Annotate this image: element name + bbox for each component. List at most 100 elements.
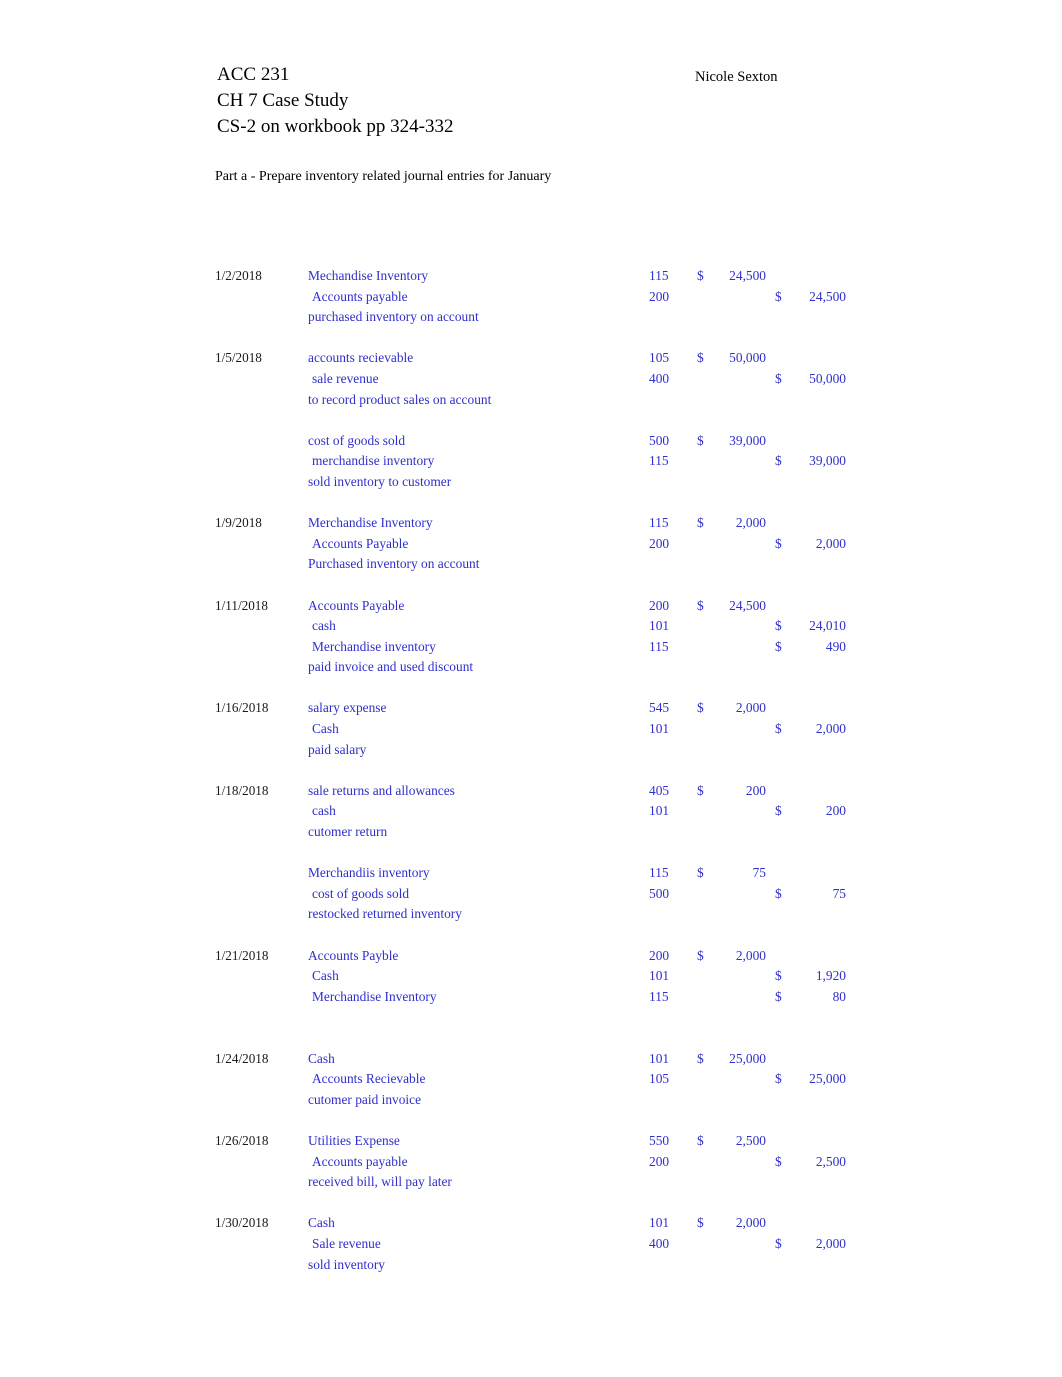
journal-row-spacer (0, 925, 1062, 946)
journal-credit-amount: 490 (825, 638, 846, 654)
journal-account-name: accounts recievable (308, 350, 414, 366)
journal-row-spacer (0, 1028, 1062, 1049)
journal-account-name: Mechandise Inventory (308, 268, 429, 283)
table-row: Sale revenue 400 $2,000 (0, 1234, 1062, 1255)
journal-account-name: Accounts Recievable (312, 1071, 426, 1087)
journal-account-code: 200 (649, 947, 670, 963)
journal-account-name: Cash (312, 721, 339, 737)
journal-description: paid invoice and used discount (308, 659, 474, 675)
journal-account-code: 101 (649, 721, 670, 737)
table-row: paid salary (0, 740, 1062, 761)
journal-date: 1/26/2018 (215, 1132, 269, 1148)
journal-account-code: 550 (649, 1132, 670, 1148)
journal-account-name: Accounts Payble (308, 947, 399, 963)
journal-account-code: 101 (649, 1050, 670, 1066)
table-row: 1/21/2018 Accounts Payble 200 $2,000 (0, 946, 1062, 967)
journal-credit-amount: 80 (832, 988, 846, 1004)
journal-credit-amount: 2,500 (815, 1153, 846, 1169)
journal-credit-amount: 2,000 (815, 535, 846, 551)
part-a-instruction: Part a - Prepare inventory related journ… (215, 169, 552, 184)
table-row: sold inventory (0, 1255, 1062, 1276)
journal-row-spacer (0, 493, 1062, 514)
journal-debit-amount: 2,000 (735, 700, 766, 716)
journal-account-code: 115 (649, 638, 669, 654)
journal-description: cutomer paid invoice (308, 1091, 422, 1107)
journal-account-name: Cash (308, 1050, 335, 1066)
journal-account-name: Cash (312, 968, 339, 984)
journal-account-name: Merchandiis inventory (308, 865, 430, 881)
table-row: Accounts Recievable 105 $25,000 (0, 1069, 1062, 1090)
document-header: ACC 231 CH 7 Case Study CS-2 on workbook… (217, 62, 453, 140)
journal-debit-amount: 25,000 (729, 1050, 766, 1066)
document-page: ACC 231 CH 7 Case Study CS-2 on workbook… (0, 0, 1062, 1377)
journal-account-name: Accounts Payable (308, 597, 405, 613)
journal-row-spacer (0, 1110, 1062, 1131)
table-row: cutomer return (0, 822, 1062, 843)
journal-debit-amount: 24,500 (729, 268, 766, 283)
journal-account-code: 500 (649, 432, 670, 448)
journal-account-code: 405 (649, 782, 670, 798)
table-row: Accounts Payable 200 $2,000 (0, 534, 1062, 555)
journal-description: to record product sales on account (308, 391, 492, 407)
journal-account-name: Merchandise Inventory (312, 988, 437, 1004)
journal-credit-amount: 200 (825, 803, 846, 819)
table-row: cash 101 $200 (0, 801, 1062, 822)
journal-date: 1/9/2018 (215, 515, 262, 531)
journal-description: paid salary (308, 741, 367, 757)
table-row: sale revenue 400 $50,000 (0, 369, 1062, 390)
journal-description: purchased inventory on account (308, 309, 479, 325)
journal-description: cutomer return (308, 824, 388, 840)
journal-entries-table: 1/2/2018 Mechandise Inventory 115 $24,500 Ac… (0, 266, 1062, 1275)
journal-account-name: cash (312, 618, 336, 634)
table-row: Cash 101 $1,920 (0, 966, 1062, 987)
journal-account-name: salary expense (308, 700, 387, 716)
journal-account-name: Merchandise Inventory (308, 515, 433, 531)
table-row: purchased inventory on account (0, 307, 1062, 328)
journal-debit-amount: 24,500 (729, 597, 766, 613)
journal-date: 1/21/2018 (215, 947, 269, 963)
journal-description: Purchased inventory on account (308, 556, 480, 572)
journal-debit-amount: 2,000 (735, 515, 766, 531)
journal-date: 1/5/2018 (215, 350, 262, 366)
assignment-title: CH 7 Case Study (217, 90, 349, 111)
journal-account-code: 101 (649, 968, 670, 984)
journal-account-code: 101 (649, 618, 670, 634)
table-row: cash 101 $24,010 (0, 616, 1062, 637)
journal-account-name: Cash (308, 1215, 335, 1231)
journal-account-name: cash (312, 803, 336, 819)
journal-account-code: 200 (649, 597, 670, 613)
journal-account-name: Merchandise inventory (312, 638, 436, 654)
journal-account-code: 400 (649, 370, 670, 386)
journal-row-spacer (0, 1193, 1062, 1214)
journal-account-name: Sale revenue (312, 1235, 381, 1251)
journal-account-code: 115 (649, 515, 669, 531)
table-row: 1/2/2018 Mechandise Inventory 115 $24,500 (0, 266, 1062, 287)
journal-account-name: Accounts payable (312, 1153, 408, 1169)
table-row: 1/5/2018 accounts recievable 105 $50,000 (0, 348, 1062, 369)
journal-debit-amount: 2,500 (735, 1132, 766, 1148)
journal-account-name: Utilities Expense (308, 1132, 400, 1148)
table-row: sold inventory to customer (0, 472, 1062, 493)
journal-account-code: 105 (649, 1071, 670, 1087)
journal-row-spacer (0, 1007, 1062, 1028)
journal-account-code: 105 (649, 350, 670, 366)
table-row: 1/11/2018 Accounts Payable 200 $24,500 (0, 596, 1062, 617)
table-row: received bill, will pay later (0, 1172, 1062, 1193)
journal-debit-amount: 39,000 (729, 432, 766, 448)
journal-account-code: 115 (649, 865, 669, 881)
journal-debit-amount: 75 (752, 865, 766, 881)
table-row: Merchandise inventory 115 $490 (0, 637, 1062, 658)
table-row: 1/18/2018 sale returns and allowances 405 $… (0, 781, 1062, 802)
table-row: Merchandise Inventory 115 $80 (0, 987, 1062, 1008)
journal-account-code: 101 (649, 803, 670, 819)
journal-description: sold inventory to customer (308, 473, 452, 489)
journal-credit-amount: 24,500 (809, 288, 846, 304)
journal-date: 1/30/2018 (215, 1215, 269, 1231)
journal-account-name: cost of goods sold (308, 432, 406, 448)
journal-row-spacer (0, 328, 1062, 349)
journal-debit-amount: 50,000 (729, 350, 766, 366)
table-row: Merchandiis inventory 115 $75 (0, 863, 1062, 884)
table-row: 1/9/2018 Merchandise Inventory 115 $2,000 (0, 513, 1062, 534)
journal-account-code: 500 (649, 885, 670, 901)
journal-account-code: 200 (649, 1153, 670, 1169)
